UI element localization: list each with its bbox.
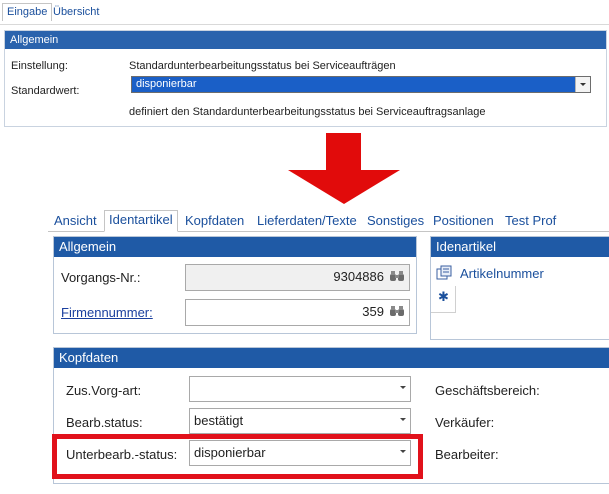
firmennummer-value: 359: [362, 304, 384, 319]
tab-ansicht[interactable]: Ansicht: [54, 212, 97, 230]
zus-vorg-art-label: Zus.Vorg-art:: [66, 383, 142, 398]
vorgangs-nr-value: 9304886: [333, 269, 384, 284]
vorgangs-nr-label: Vorgangs-Nr.:: [61, 270, 141, 285]
vorgangs-nr-field[interactable]: 9304886: [185, 264, 410, 291]
bearb-status-value: bestätigt: [194, 413, 244, 428]
firmennummer-field[interactable]: 359: [185, 299, 410, 326]
new-row-selector[interactable]: ✱: [431, 286, 456, 313]
idenartikel-panel: Idenartikel Artikelnummer ✱: [430, 236, 609, 340]
tab-kopfdaten[interactable]: Kopfdaten: [185, 212, 244, 230]
tab-test-prof[interactable]: Test Prof: [505, 212, 556, 230]
default-value-select[interactable]: disponierbar: [131, 76, 591, 93]
highlight-frame: [52, 434, 423, 479]
settings-panel: Allgemein Einstellung: Standardunterbear…: [4, 30, 607, 127]
tab-identartikel[interactable]: Identartikel: [104, 210, 178, 232]
allgemein-header: Allgemein: [54, 237, 416, 257]
settings-section-header: Allgemein: [5, 31, 606, 49]
chevron-down-icon[interactable]: [575, 77, 590, 92]
setting-value: Standardunterbearbeitungsstatus bei Serv…: [129, 60, 396, 72]
tab-eingabe[interactable]: Eingabe: [2, 3, 53, 21]
chevron-down-icon[interactable]: [400, 418, 406, 421]
tab-lieferdaten[interactable]: Lieferdaten/Texte: [257, 212, 357, 230]
bearb-status-select[interactable]: bestätigt: [189, 408, 411, 434]
default-value-label: Standardwert:: [11, 85, 80, 97]
idenartikel-header: Idenartikel: [431, 237, 609, 257]
bearb-status-label: Bearb.status:: [66, 415, 143, 430]
order-tab-strip: Ansicht Identartikel Kopfdaten Lieferdat…: [48, 209, 609, 232]
arrow-down-icon-head: [288, 170, 400, 204]
grid-options-icon[interactable]: [436, 265, 452, 281]
chevron-down-icon[interactable]: [400, 386, 406, 389]
tab-sonstiges[interactable]: Sonstiges: [367, 212, 424, 230]
new-row-icon: ✱: [438, 289, 449, 304]
setting-label: Einstellung:: [11, 60, 68, 72]
column-header-artikelnummer[interactable]: Artikelnummer: [460, 266, 544, 281]
setting-description: definiert den Standardunterbearbeitungss…: [129, 106, 486, 118]
default-value-selected: disponierbar: [136, 78, 197, 90]
binoculars-icon[interactable]: [389, 270, 405, 281]
geschaeftsbereich-label: Geschäftsbereich:: [435, 383, 540, 398]
binoculars-icon[interactable]: [389, 305, 405, 316]
kopfdaten-header: Kopfdaten: [54, 348, 609, 368]
top-tab-strip: Eingabe Übersicht: [0, 0, 609, 25]
firmennummer-link[interactable]: Firmennummer:: [61, 305, 153, 320]
arrow-down-icon: [326, 133, 361, 171]
tab-uebersicht[interactable]: Übersicht: [49, 4, 103, 21]
zus-vorg-art-select[interactable]: [189, 376, 411, 402]
verkaeufer-label: Verkäufer:: [435, 415, 495, 430]
bearbeiter-label: Bearbeiter:: [435, 447, 499, 462]
allgemein-panel: Allgemein Vorgangs-Nr.: 9304886 Firmennu…: [53, 236, 417, 334]
tab-positionen[interactable]: Positionen: [433, 212, 494, 230]
